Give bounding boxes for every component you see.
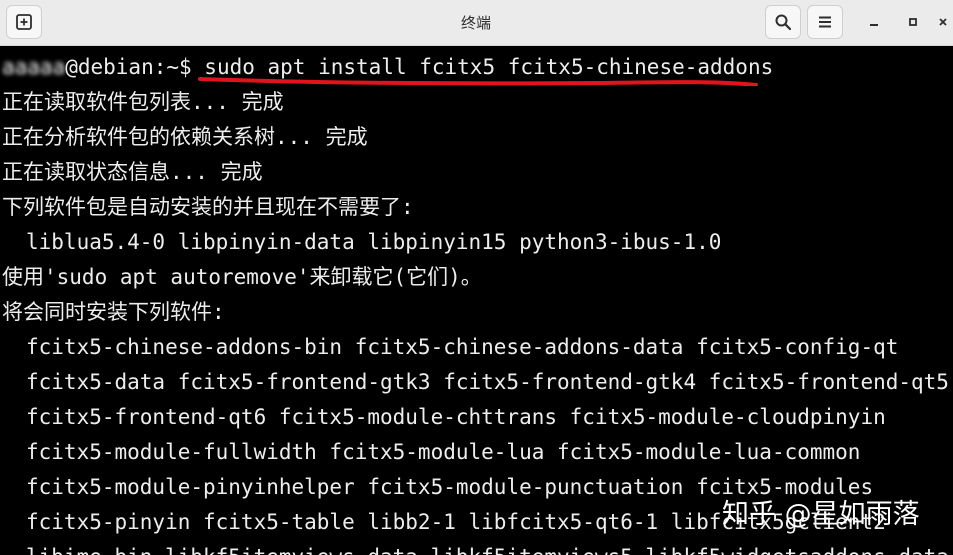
hamburger-menu-icon [819,16,831,28]
output-line: fcitx5-module-fullwidth fcitx5-module-lu… [26,440,861,464]
output-line: fcitx5-frontend-qt6 fcitx5-module-chttra… [26,405,886,429]
output-line: 使用'sudo apt autoremove'来卸载它(它们)。 [2,265,482,289]
output-line: fcitx5-data fcitx5-frontend-gtk3 fcitx5-… [26,370,949,394]
output-line: 将会同时安装下列软件: [2,300,225,324]
search-button[interactable] [765,5,801,39]
watermark-text: 知乎 @星如雨落 [722,499,920,530]
maximize-icon [909,18,917,26]
close-icon [939,18,947,26]
window-title: 终端 [460,14,491,32]
search-icon [775,14,792,31]
new-tab-icon [16,14,32,30]
minimize-button[interactable] [860,8,888,36]
terminal-window: 终端 aaaaa@debian:~$ sudo apt install fcit… [0,0,953,555]
output-line: 正在读取软件包列表... 完成 [2,90,284,114]
output-line: fcitx5-chinese-addons-bin fcitx5-chinese… [26,335,899,359]
main-menu-button[interactable] [807,5,843,39]
terminal-output[interactable]: aaaaa@debian:~$ sudo apt install fcitx5 … [0,46,953,555]
output-line: 正在分析软件包的依赖关系树... 完成 [2,125,368,149]
prompt-host: @debian:~$ [65,55,205,79]
maximize-button[interactable] [899,8,927,36]
output-line: libime-bin libkf5itemviews-data libkf5it… [26,540,949,555]
prompt-username: aaaaa [2,55,66,79]
output-line: 正在读取状态信息... 完成 [2,160,263,184]
close-button[interactable] [929,8,953,36]
minimize-icon [870,24,878,26]
output-line: 下列软件包是自动安装的并且现在不需要了: [2,195,414,219]
output-line: liblua5.4-0 libpinyin-data libpinyin15 p… [26,230,722,254]
header-bar: 终端 [0,0,953,46]
new-tab-button[interactable] [6,5,42,39]
